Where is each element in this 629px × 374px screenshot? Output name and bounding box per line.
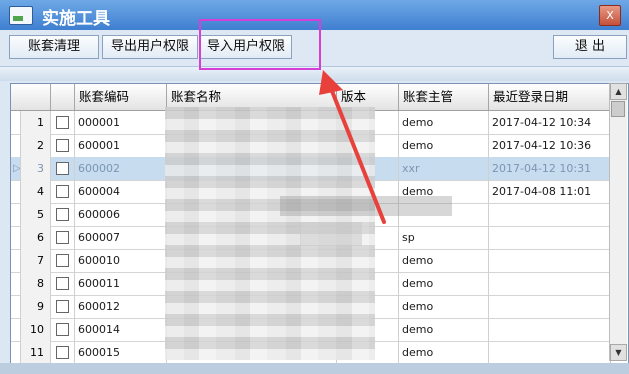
scroll-thumb[interactable]: [611, 101, 625, 117]
scroll-up-icon[interactable]: ▲: [610, 83, 627, 100]
status-bar: [0, 363, 629, 374]
scroll-down-icon[interactable]: ▼: [610, 344, 627, 361]
annotation-arrow: [319, 70, 386, 224]
vertical-scrollbar[interactable]: ▲ ▼: [609, 83, 627, 361]
